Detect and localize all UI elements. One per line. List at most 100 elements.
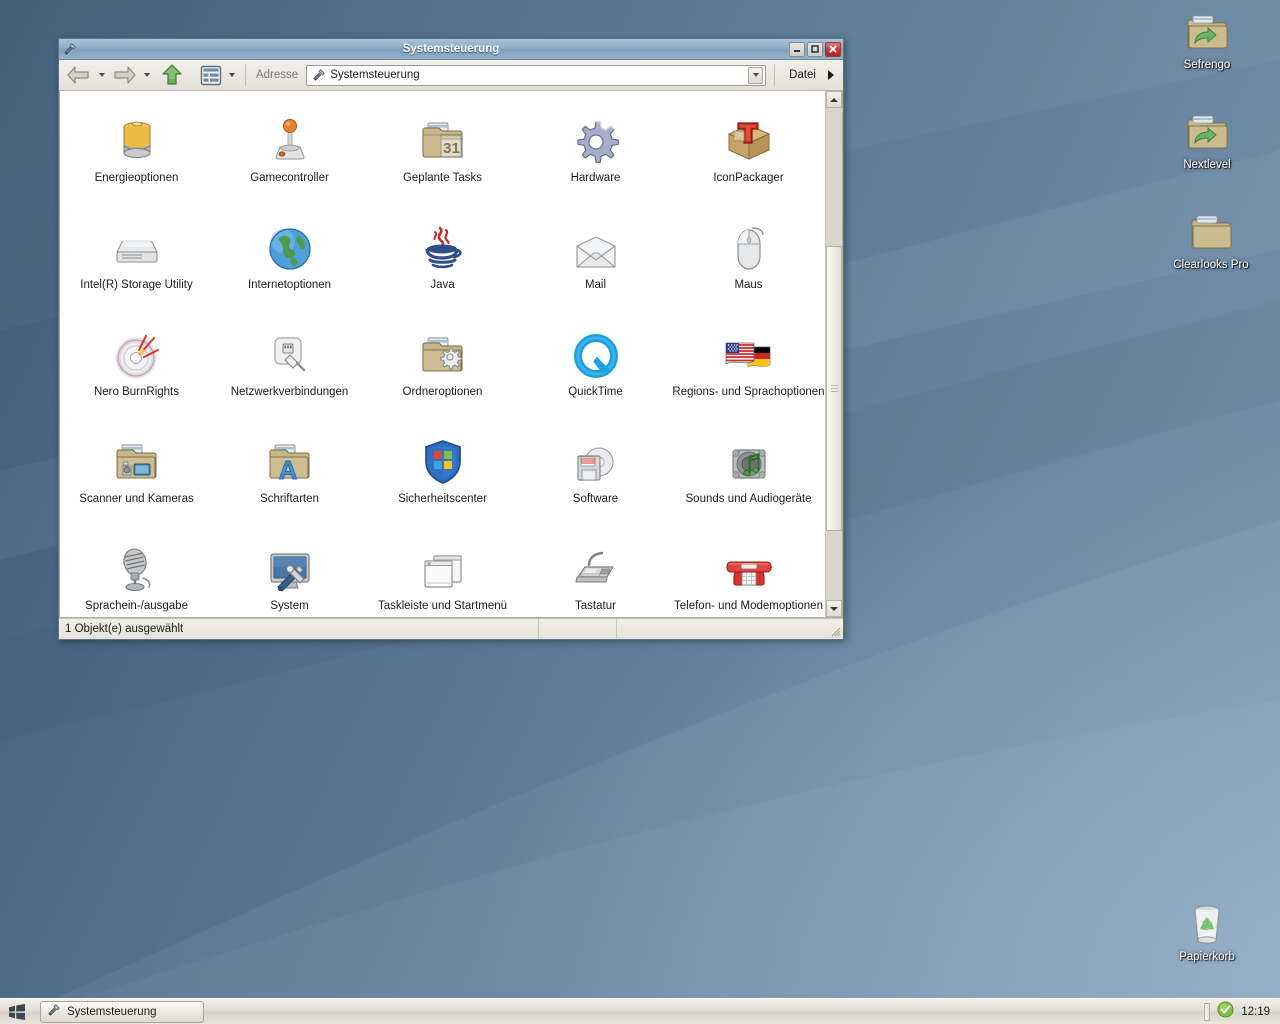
cp-item-iconpackager[interactable]: IconPackager (672, 105, 825, 212)
views-dropdown[interactable] (226, 62, 237, 88)
desktop-icon-label: Sefrengo (1183, 59, 1231, 71)
control-panel-window[interactable]: Systemsteuerung Adresse Systemsteuerung … (58, 38, 844, 640)
maximize-button[interactable] (807, 41, 823, 57)
control-panel-tools-icon (61, 42, 79, 56)
cp-item-hardware[interactable]: Hardware (519, 105, 672, 212)
tray-expand-handle[interactable] (1204, 1002, 1211, 1021)
control-panel-icon-grid[interactable]: Energieoptionen Gamecontroller Geplante … (60, 91, 825, 617)
security-check-icon[interactable] (1217, 1000, 1234, 1023)
cp-item-system[interactable]: System (213, 533, 366, 617)
envelope-icon (572, 220, 620, 272)
taskbar-item-systemsteuerung[interactable]: Systemsteuerung (40, 1000, 204, 1023)
address-dropdown-button[interactable] (748, 66, 764, 84)
menu-datei[interactable]: Datei (783, 69, 822, 81)
network-plug-icon (268, 327, 312, 379)
joystick-icon (266, 113, 314, 165)
control-panel-tools-icon (47, 1003, 61, 1020)
cp-item-nero-burnrights[interactable]: Nero BurnRights (60, 319, 213, 426)
status-pane-2 (539, 619, 617, 639)
taskbar[interactable]: Systemsteuerung 12:19 (0, 998, 1280, 1024)
up-button[interactable] (158, 62, 186, 88)
status-pane-3 (617, 619, 843, 639)
cp-item-label: Sicherheitscenter (398, 493, 487, 505)
vertical-scrollbar[interactable] (825, 91, 842, 617)
minimize-button[interactable] (789, 41, 805, 57)
cp-item-sprachein-ausgabe[interactable]: Sprachein-/ausgabe (60, 533, 213, 617)
desktop[interactable]: Sefrengo Nextlevel Clearlooks Pro Papier… (0, 0, 1280, 1024)
cp-item-intel-storage-utility[interactable]: Intel(R) Storage Utility (60, 212, 213, 319)
cp-item-mail[interactable]: Mail (519, 212, 672, 319)
cp-item-schriftarten[interactable]: A Schriftarten (213, 426, 366, 533)
desktop-icon-label: Nextlevel (1183, 159, 1231, 171)
status-text: 1 Objekt(e) ausgewählt (59, 619, 539, 639)
window-title: Systemsteuerung (402, 43, 500, 55)
desktop-icon-papierkorb[interactable]: Papierkorb (1159, 898, 1255, 964)
forward-history-dropdown[interactable] (141, 62, 152, 88)
recycle-bin-icon (1159, 898, 1255, 948)
close-button[interactable] (825, 41, 841, 57)
windows-logo-icon (9, 1003, 25, 1020)
cp-item-scanner-und-kameras[interactable]: Scanner und Kameras (60, 426, 213, 533)
scrollbar-thumb[interactable] (826, 245, 842, 532)
window-toolbar[interactable]: Adresse Systemsteuerung Datei (59, 60, 843, 91)
shield-icon (422, 434, 464, 486)
monitor-tools-icon (266, 541, 314, 593)
menu-overflow-arrow-icon[interactable] (824, 70, 838, 80)
back-history-dropdown[interactable] (96, 62, 107, 88)
scroll-up-button[interactable] (826, 91, 842, 108)
globe-icon (267, 220, 313, 272)
forward-button[interactable] (109, 62, 139, 88)
cp-item-label: Energieoptionen (94, 172, 179, 184)
cp-item-sicherheitscenter[interactable]: Sicherheitscenter (366, 426, 519, 533)
cp-item-label: QuickTime (568, 386, 623, 398)
resize-grip-icon[interactable] (829, 625, 841, 637)
scrollbar-track[interactable] (826, 108, 842, 600)
cp-item-label: Maus (734, 279, 763, 291)
window-controls (789, 41, 841, 57)
cp-item-ordneroptionen[interactable]: Ordneroptionen (366, 319, 519, 426)
cp-item-maus[interactable]: Maus (672, 212, 825, 319)
iconpackager-box-icon (725, 113, 773, 165)
address-label: Adresse (256, 69, 299, 81)
cp-item-tastatur[interactable]: Tastatur (519, 533, 672, 617)
system-tray[interactable]: 12:19 (1200, 1000, 1278, 1023)
cp-item-energieoptionen[interactable]: Energieoptionen (60, 105, 213, 212)
windows-stack-icon (420, 541, 466, 593)
gear-icon (573, 113, 619, 165)
cp-item-label: IconPackager (713, 172, 784, 184)
speaker-note-icon (725, 434, 773, 486)
cp-item-taskleiste-und-startmenue[interactable]: Taskleiste und Startmenü (366, 533, 519, 617)
cp-item-gamecontroller[interactable]: Gamecontroller (213, 105, 366, 212)
start-button[interactable] (2, 1000, 32, 1024)
quicktime-icon (573, 327, 619, 379)
cp-item-netzwerkverbindungen[interactable]: Netzwerkverbindungen (213, 319, 366, 426)
window-titlebar[interactable]: Systemsteuerung (59, 39, 843, 60)
keyboard-icon (572, 541, 620, 593)
cp-item-regions-und-sprachoptionen[interactable]: Regions- und Sprachoptionen (672, 319, 825, 426)
cp-item-software[interactable]: Software (519, 426, 672, 533)
cp-item-java[interactable]: Java (366, 212, 519, 319)
cp-item-label: Regions- und Sprachoptionen (672, 386, 825, 398)
window-statusbar: 1 Objekt(e) ausgewählt (59, 618, 843, 639)
cp-item-quicktime[interactable]: QuickTime (519, 319, 672, 426)
cp-item-telefon-und-modemoptionen[interactable]: Telefon- und Modemoptionen (672, 533, 825, 617)
java-coffee-icon (420, 220, 466, 272)
desktop-icon-sefrengo[interactable]: Sefrengo (1159, 6, 1255, 72)
cp-item-label: Schriftarten (260, 493, 319, 505)
desktop-icon-nextlevel[interactable]: Nextlevel (1159, 106, 1255, 172)
control-panel-tools-icon (310, 68, 327, 82)
address-input[interactable]: Systemsteuerung (306, 64, 767, 86)
scroll-down-button[interactable] (826, 600, 842, 617)
cp-item-label: Taskleiste und Startmenü (377, 600, 508, 612)
cp-item-geplante-tasks[interactable]: 31 Geplante Tasks (366, 105, 519, 212)
views-button[interactable] (198, 62, 224, 88)
floppy-cd-icon (572, 434, 620, 486)
cp-item-internetoptionen[interactable]: Internetoptionen (213, 212, 366, 319)
cp-item-sounds-und-audiogeraete[interactable]: Sounds und Audiogeräte (672, 426, 825, 533)
back-button[interactable] (64, 62, 94, 88)
folder-shortcut-icon (1159, 6, 1255, 56)
scrollbar-grip-icon (830, 383, 838, 394)
cp-item-label: Sprachein-/ausgabe (85, 600, 188, 612)
taskbar-clock[interactable]: 12:19 (1241, 1006, 1270, 1018)
desktop-icon-clearlooks-pro[interactable]: Clearlooks Pro (1159, 206, 1263, 272)
